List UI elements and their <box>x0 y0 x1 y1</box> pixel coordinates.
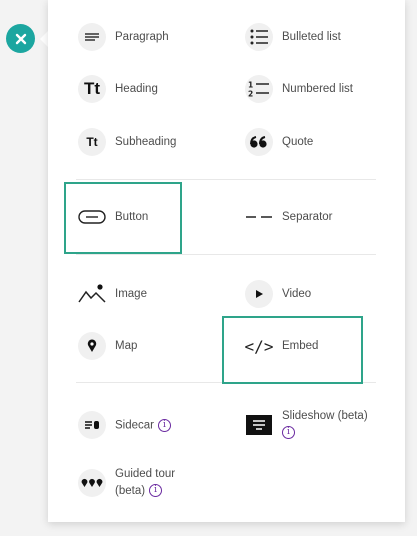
menu-item-label: Guided tour (beta) i <box>115 466 175 500</box>
info-icon[interactable]: i <box>158 418 171 432</box>
menu-item-image[interactable]: Image <box>78 280 147 308</box>
menu-item-label: Heading <box>115 83 158 95</box>
menu-item-paragraph[interactable]: Paragraph <box>78 23 169 51</box>
menu-item-slideshow[interactable]: Slideshow (beta) i <box>245 408 368 442</box>
insert-menu-screen: { "menu": { "group1": [ {"label": "Parag… <box>0 0 417 536</box>
menu-item-map[interactable]: Map <box>78 332 137 360</box>
slideshow-icon <box>245 411 273 439</box>
highlight-box-embed <box>222 316 363 384</box>
menu-item-label: Sidecar i <box>115 418 171 432</box>
bulleted-list-icon <box>245 23 273 51</box>
guided-tour-icon <box>78 469 106 497</box>
menu-item-subheading[interactable]: Tt Subheading <box>78 128 176 156</box>
sidecar-icon <box>78 411 106 439</box>
svg-text:1: 1 <box>248 81 253 90</box>
highlight-box-button <box>64 182 182 254</box>
map-pin-icon <box>78 332 106 360</box>
numbered-list-icon: 12 <box>245 75 273 103</box>
menu-item-sidecar[interactable]: Sidecar i <box>78 411 171 439</box>
image-icon <box>78 280 106 308</box>
paragraph-icon <box>78 23 106 51</box>
menu-item-label: Subheading <box>115 136 177 148</box>
menu-item-label-line1: Guided tour <box>115 468 176 480</box>
menu-item-guided-tour[interactable]: Guided tour (beta) i <box>78 466 175 500</box>
divider <box>76 254 376 255</box>
menu-item-heading[interactable]: Tt Heading <box>78 75 158 103</box>
insert-menu-panel: Paragraph Bulleted list Tt Heading 12 Nu… <box>48 0 405 522</box>
menu-item-label: Bulleted list <box>282 31 341 43</box>
menu-item-label: Video <box>282 288 312 300</box>
divider <box>76 179 376 180</box>
menu-item-label: Paragraph <box>115 31 169 43</box>
menu-item-label: Quote <box>282 136 314 148</box>
info-icon[interactable]: i <box>282 426 295 440</box>
menu-item-quote[interactable]: Quote <box>245 128 313 156</box>
menu-item-label: Image <box>115 288 147 300</box>
menu-item-label-line2: (beta) <box>115 485 146 497</box>
subheading-icon: Tt <box>78 128 106 156</box>
menu-item-label-text: Slideshow (beta) <box>282 410 368 422</box>
menu-item-video[interactable]: Video <box>245 280 311 308</box>
heading-icon: Tt <box>78 75 106 103</box>
menu-item-numbered-list[interactable]: 12 Numbered list <box>245 75 353 103</box>
menu-item-bulleted-list[interactable]: Bulleted list <box>245 23 341 51</box>
video-icon <box>245 280 273 308</box>
menu-pointer <box>40 31 48 47</box>
svg-text:2: 2 <box>248 90 253 99</box>
menu-item-label-text: Sidecar <box>115 419 154 432</box>
menu-item-separator[interactable]: Separator <box>245 203 333 231</box>
menu-item-label: Map <box>115 340 138 352</box>
close-button[interactable] <box>6 24 35 53</box>
menu-item-label: Separator <box>282 211 333 223</box>
menu-item-label: Slideshow (beta) i <box>282 408 368 442</box>
info-icon[interactable]: i <box>149 484 163 498</box>
menu-item-label: Numbered list <box>282 83 353 95</box>
quote-icon <box>245 128 273 156</box>
separator-icon <box>245 203 273 231</box>
close-icon <box>15 33 26 44</box>
